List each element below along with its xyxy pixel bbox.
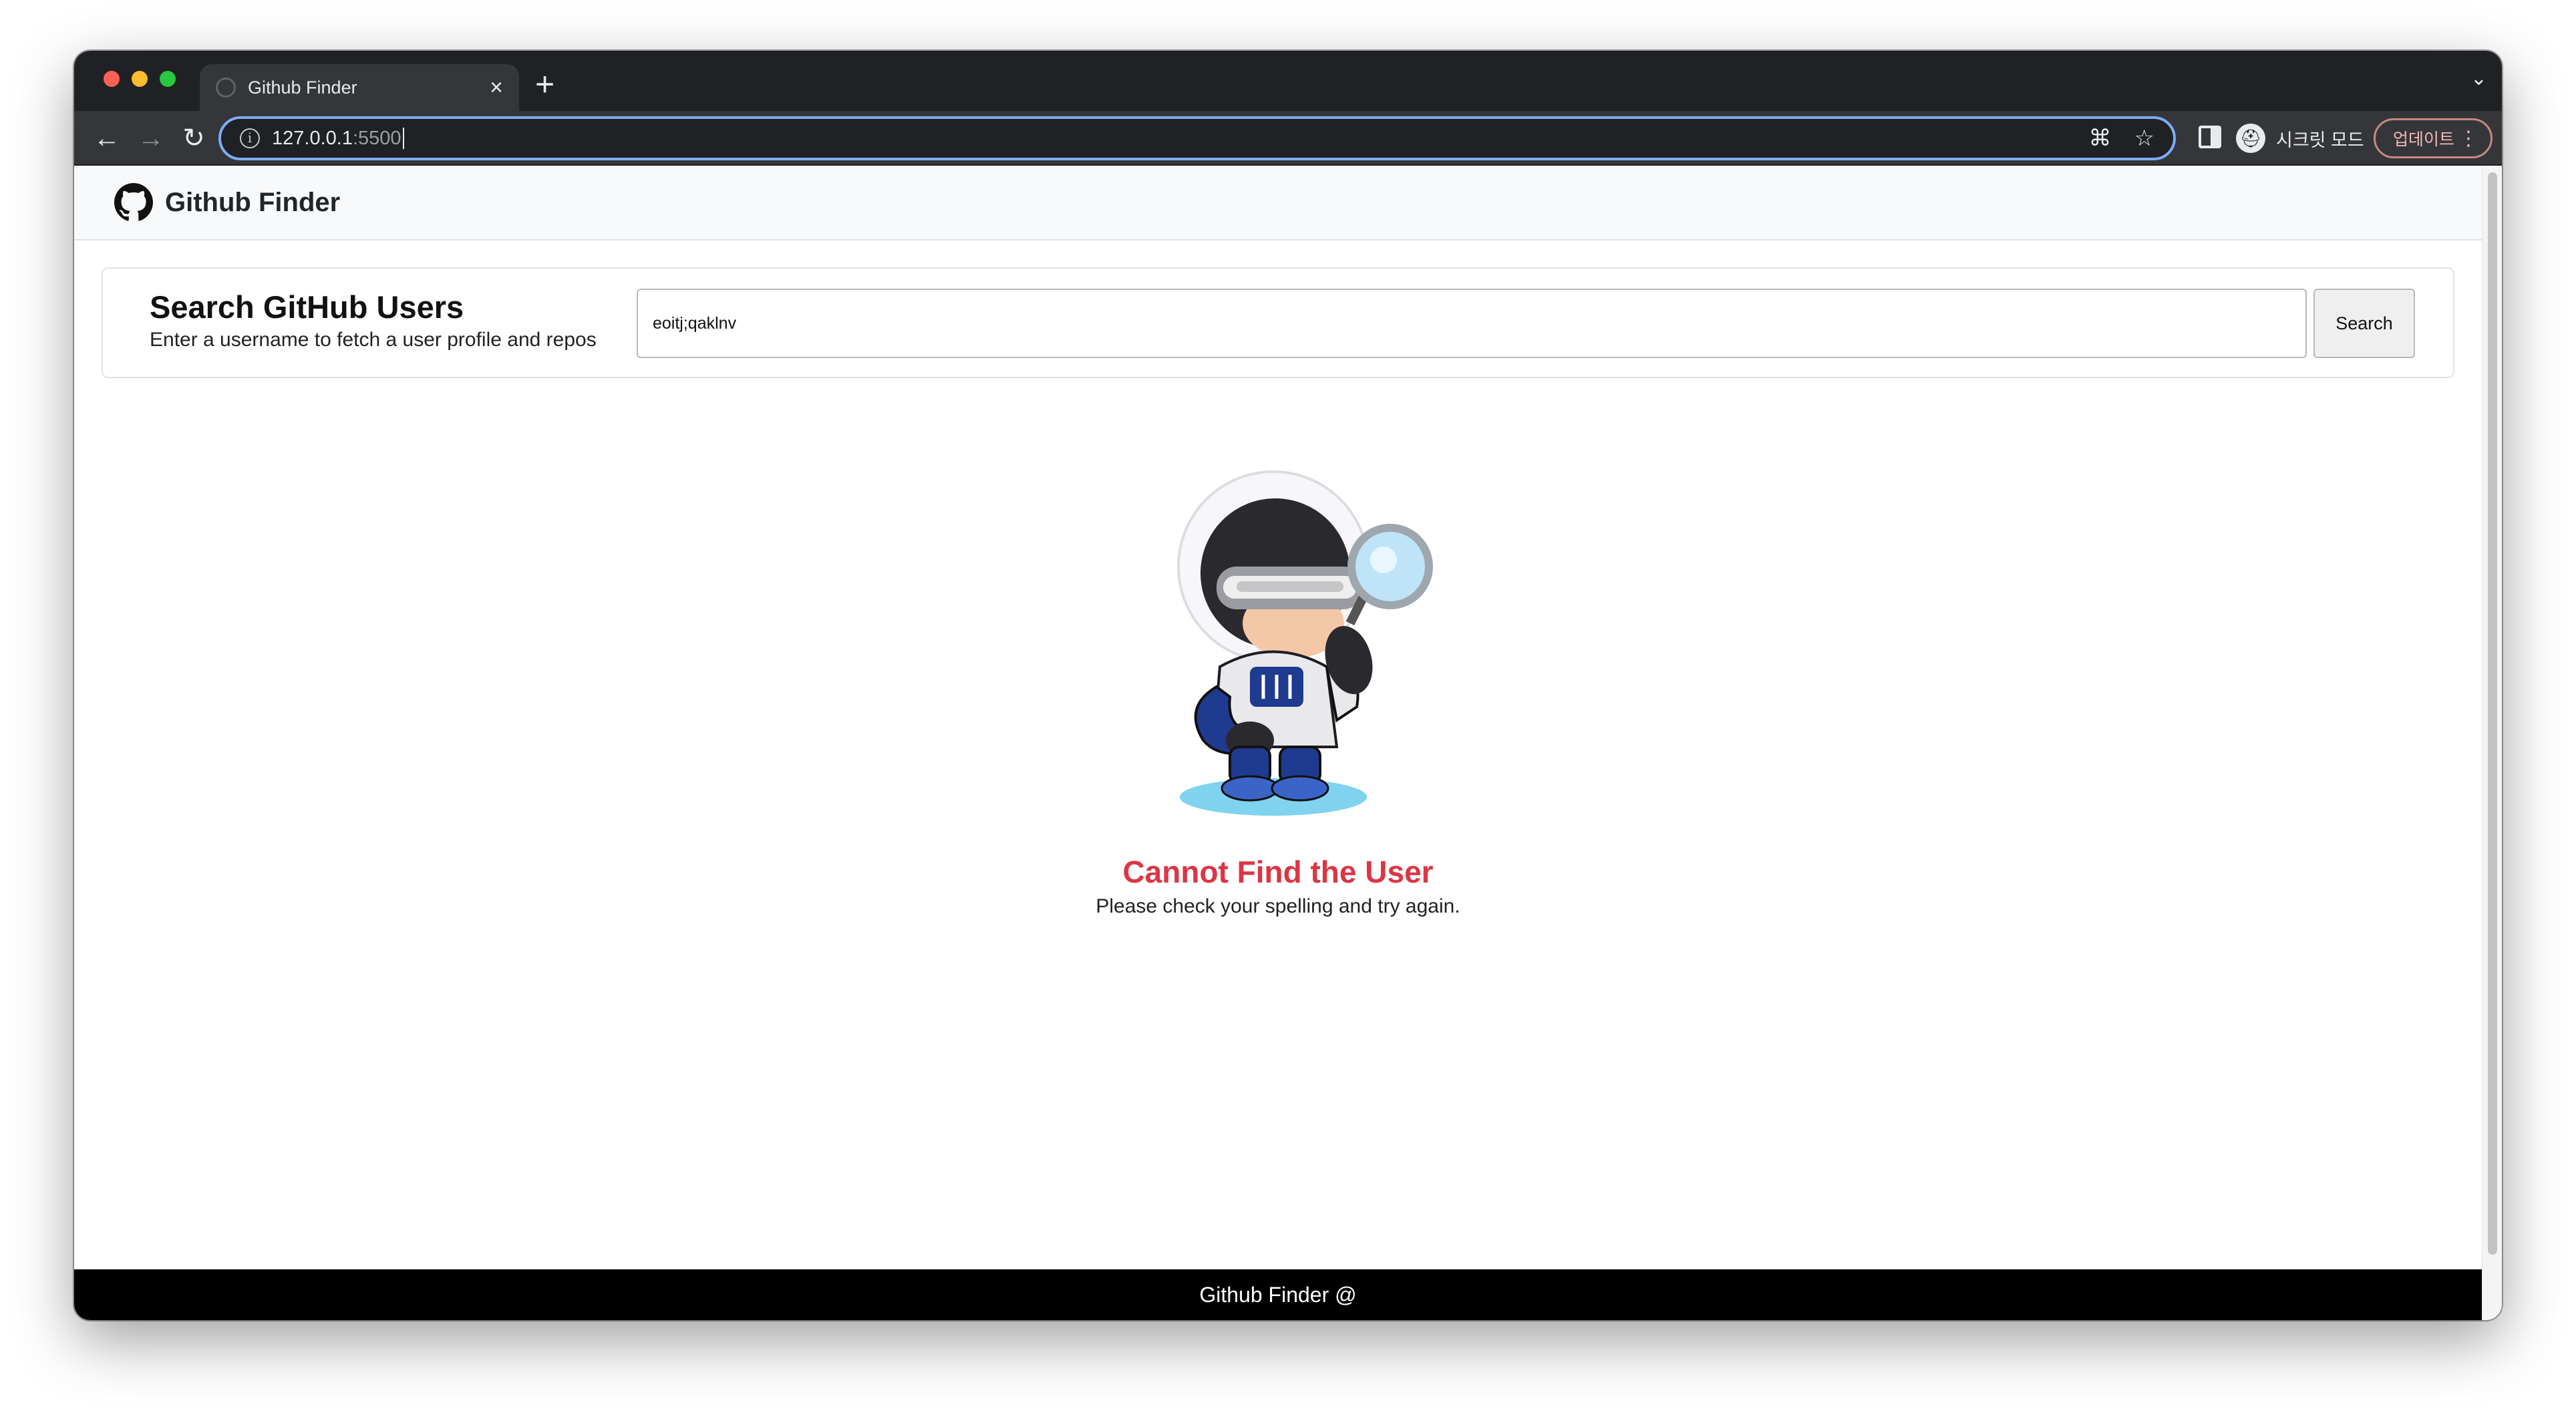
error-message: Please check your spelling and try again… xyxy=(1096,895,1460,917)
tab-close-icon[interactable]: × xyxy=(490,76,503,99)
browser-tab[interactable]: Github Finder × xyxy=(200,64,519,111)
search-card: Search GitHub Users Enter a username to … xyxy=(102,267,2454,378)
reload-button[interactable]: ↻ xyxy=(176,120,212,156)
window-controls xyxy=(104,71,176,87)
bookmark-star-icon[interactable]: ☆ xyxy=(2134,125,2154,152)
scrollbar-thumb[interactable] xyxy=(2488,172,2497,1255)
address-bar[interactable]: i 127.0.0.1:5500 ⌘ ☆ xyxy=(218,116,2176,160)
app-navbar: Github Finder xyxy=(74,166,2482,241)
new-tab-button[interactable]: + xyxy=(535,64,554,104)
search-subheading: Enter a username to fetch a user profile… xyxy=(150,329,597,351)
username-search-input[interactable] xyxy=(637,289,2307,358)
back-button[interactable]: ← xyxy=(89,120,125,156)
page-scrollbar[interactable] xyxy=(2482,166,2502,1320)
search-heading: Search GitHub Users xyxy=(150,289,464,325)
app-brand-title[interactable]: Github Finder xyxy=(165,188,340,218)
tab-strip: Github Finder × + ⌄ xyxy=(74,51,2502,111)
forward-button[interactable]: → xyxy=(133,120,169,156)
page-viewport: Github Finder Search GitHub Users Enter … xyxy=(74,166,2502,1320)
tab-search-chevron-icon[interactable]: ⌄ xyxy=(2470,67,2487,90)
url-port: :5500 xyxy=(352,127,401,149)
app-footer: Github Finder @ xyxy=(74,1269,2482,1320)
install-app-icon[interactable]: ⌘ xyxy=(2089,125,2112,152)
browser-toolbar: ← → ↻ i 127.0.0.1:5500 ⌘ ☆ ⛑ 시크릿 모드 업데이트… xyxy=(74,111,2502,166)
incognito-label: 시크릿 모드 xyxy=(2276,130,2364,150)
text-caret xyxy=(402,128,404,149)
incognito-indicator[interactable]: ⛑ 시크릿 모드 xyxy=(2236,119,2364,158)
side-panel-icon[interactable] xyxy=(2199,126,2221,148)
maximize-window-button[interactable] xyxy=(160,71,176,87)
update-label: 업데이트 xyxy=(2393,130,2455,149)
search-button[interactable]: Search xyxy=(2313,289,2415,358)
error-title: Cannot Find the User xyxy=(1122,854,1434,889)
close-window-button[interactable] xyxy=(104,71,120,87)
url-host: 127.0.0.1 xyxy=(272,127,353,149)
minimize-window-button[interactable] xyxy=(132,71,148,87)
detective-octocat-illustration xyxy=(1177,470,1433,816)
incognito-icon: ⛑ xyxy=(2236,124,2265,153)
more-menu-icon[interactable]: ⋮ xyxy=(2458,127,2478,150)
browser-window: Github Finder × + ⌄ ← → ↻ i 127.0.0.1:55… xyxy=(74,51,2502,1320)
update-button[interactable]: 업데이트 ⋮ xyxy=(2374,118,2492,158)
tab-title: Github Finder xyxy=(248,77,357,98)
tab-favicon-icon xyxy=(216,77,236,98)
github-logo-icon xyxy=(114,183,153,221)
site-info-icon[interactable]: i xyxy=(240,128,260,148)
